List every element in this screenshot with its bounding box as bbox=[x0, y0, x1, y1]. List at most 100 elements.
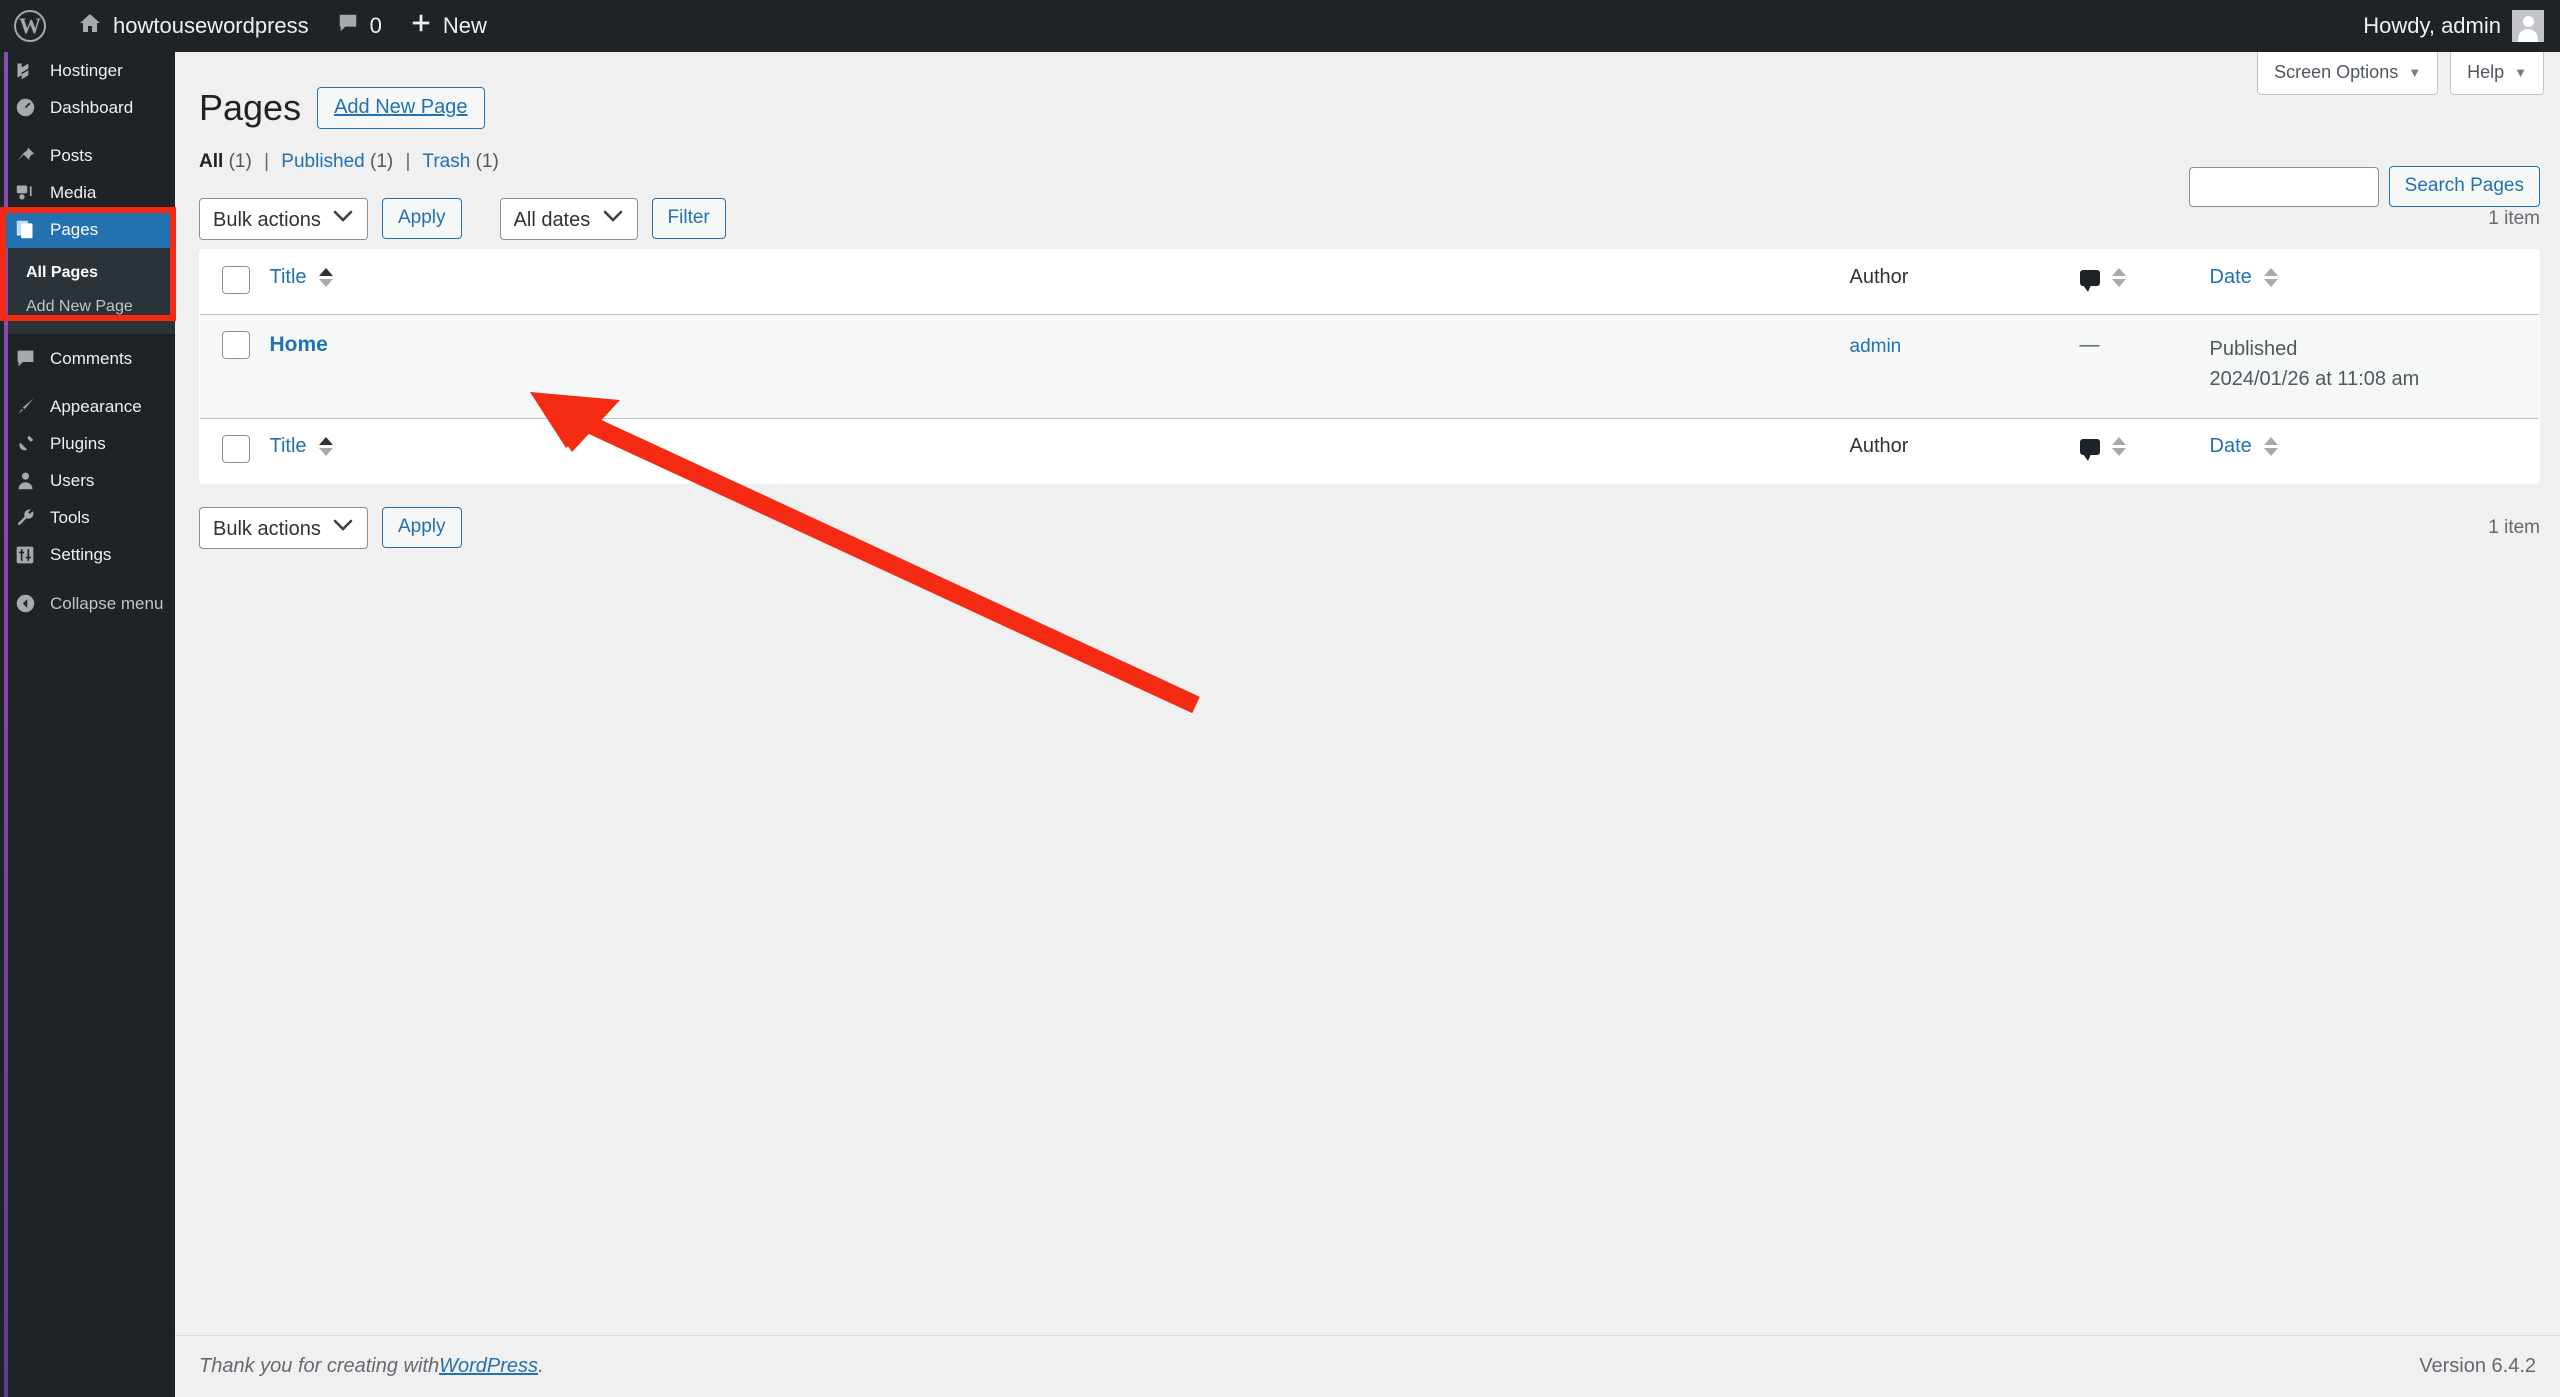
filter-button[interactable]: Filter bbox=[651, 198, 726, 240]
sidebar-item-posts[interactable]: Posts bbox=[4, 137, 175, 174]
column-header-title[interactable]: Title bbox=[265, 249, 1850, 315]
sidebar-item-dashboard[interactable]: Dashboard bbox=[4, 89, 175, 126]
sort-title-link-footer[interactable]: Title bbox=[270, 435, 307, 457]
menu-separator bbox=[4, 377, 175, 388]
column-footer-author: Author bbox=[1849, 417, 2080, 483]
comment-bubble-icon bbox=[2079, 269, 2100, 292]
sidebar-item-label: Pages bbox=[50, 219, 99, 239]
wordpress-link[interactable]: WordPress bbox=[439, 1355, 538, 1378]
help-label: Help bbox=[2467, 62, 2505, 82]
my-account-button[interactable]: Howdy, admin bbox=[2349, 0, 2544, 52]
site-name-label: howtousewordpress bbox=[113, 13, 309, 38]
avatar bbox=[2512, 10, 2544, 42]
page-author-link[interactable]: admin bbox=[1850, 336, 1902, 357]
wordpress-version-label: Version 6.4.2 bbox=[2419, 1355, 2536, 1377]
sort-indicator-icon[interactable] bbox=[319, 437, 334, 457]
comments-button[interactable]: 0 bbox=[323, 0, 396, 52]
dashboard-gauge-icon bbox=[14, 97, 36, 119]
wordpress-logo-button[interactable]: W bbox=[0, 0, 64, 52]
sidebar-item-label: Settings bbox=[50, 544, 112, 564]
select-all-footer-header bbox=[200, 417, 266, 483]
submenu-item-all-pages[interactable]: All Pages bbox=[4, 256, 175, 290]
comment-bubble-icon bbox=[2079, 438, 2100, 461]
sidebar-item-appearance[interactable]: Appearance bbox=[4, 388, 175, 425]
view-all-label[interactable]: All bbox=[199, 151, 223, 172]
new-label: New bbox=[442, 13, 487, 38]
bulk-actions-select-bottom[interactable]: Bulk actions bbox=[199, 506, 368, 549]
admin-sidebar-menu: Hostinger Dashboard Posts Media Pages Al… bbox=[0, 52, 175, 1397]
sidebar-item-settings[interactable]: Settings bbox=[4, 536, 175, 573]
view-separator: | bbox=[405, 150, 411, 172]
table-body: Home admin — Published 2024/01/26 at 11:… bbox=[200, 314, 2539, 419]
screen-options-toggle[interactable]: Screen Options ▼ bbox=[2257, 52, 2439, 95]
filter-by-date-select[interactable]: All dates bbox=[499, 197, 638, 240]
sort-indicator-icon[interactable] bbox=[2112, 268, 2127, 288]
sidebar-item-hostinger[interactable]: Hostinger bbox=[4, 52, 175, 89]
sort-date-link-footer[interactable]: Date bbox=[2210, 435, 2252, 457]
sort-indicator-icon[interactable] bbox=[319, 268, 334, 288]
table-row[interactable]: Home admin — Published 2024/01/26 at 11:… bbox=[200, 314, 2539, 419]
sidebar-item-label: Collapse menu bbox=[50, 593, 164, 613]
sort-indicator-icon[interactable] bbox=[2264, 268, 2279, 288]
page-title: Pages bbox=[199, 87, 302, 128]
column-footer-author-label: Author bbox=[1849, 434, 1909, 457]
page-header: Pages Add New Page bbox=[175, 52, 2560, 132]
sidebar-item-label: Plugins bbox=[50, 433, 106, 453]
add-new-page-button[interactable]: Add New Page bbox=[317, 87, 485, 130]
select-all-checkbox-footer[interactable] bbox=[222, 434, 250, 463]
column-footer-date[interactable]: Date bbox=[2209, 417, 2539, 483]
view-trash-count: (1) bbox=[475, 150, 499, 172]
column-footer-title[interactable]: Title bbox=[265, 417, 1850, 483]
submenu-item-add-new-page[interactable]: Add New Page bbox=[4, 290, 175, 324]
user-icon bbox=[14, 470, 36, 492]
column-header-author-label: Author bbox=[1849, 265, 1909, 288]
wrench-icon bbox=[14, 507, 36, 529]
sidebar-item-media[interactable]: Media bbox=[4, 174, 175, 211]
bulk-actions-select-top[interactable]: Bulk actions bbox=[199, 197, 368, 240]
table-head: Title Author Date bbox=[200, 249, 2539, 315]
page-title-link[interactable]: Home bbox=[270, 333, 328, 356]
sidebar-item-plugins[interactable]: Plugins bbox=[4, 425, 175, 462]
sort-indicator-icon[interactable] bbox=[2264, 437, 2279, 457]
submenu-item-label: Add New Page bbox=[26, 298, 133, 315]
sidebar-item-label: Comments bbox=[50, 348, 133, 368]
bulk-actions-select-wrapper-bottom: Bulk actions bbox=[199, 506, 368, 549]
paintbrush-icon bbox=[14, 396, 36, 418]
view-published-link[interactable]: Published bbox=[281, 151, 364, 172]
view-all-count: (1) bbox=[228, 150, 252, 172]
displaying-num-bottom: 1 item bbox=[2488, 516, 2540, 538]
help-toggle[interactable]: Help ▼ bbox=[2450, 52, 2544, 95]
table-footer-row: Title Author Date bbox=[200, 417, 2539, 483]
chevron-down-icon: ▼ bbox=[2408, 65, 2422, 80]
column-header-date[interactable]: Date bbox=[2209, 249, 2539, 315]
new-content-button[interactable]: New bbox=[396, 0, 501, 52]
howdy-label: Howdy, admin bbox=[2363, 13, 2501, 38]
sidebar-item-tools[interactable]: Tools bbox=[4, 499, 175, 536]
comments-count: 0 bbox=[369, 13, 382, 38]
footer-thanks-prefix: Thank you for creating with bbox=[199, 1355, 440, 1377]
sort-title-link[interactable]: Title bbox=[270, 266, 307, 288]
sidebar-item-pages[interactable]: Pages bbox=[4, 211, 175, 248]
apply-button-bottom[interactable]: Apply bbox=[382, 507, 462, 549]
sort-indicator-icon[interactable] bbox=[2112, 437, 2127, 457]
hostinger-icon bbox=[14, 60, 36, 82]
select-all-header bbox=[200, 249, 266, 315]
sidebar-item-users[interactable]: Users bbox=[4, 462, 175, 499]
view-trash-link[interactable]: Trash bbox=[422, 151, 470, 172]
sidebar-item-collapse-menu[interactable]: Collapse menu bbox=[4, 585, 175, 622]
site-name-button[interactable]: howtousewordpress bbox=[64, 0, 323, 52]
column-footer-comments[interactable] bbox=[2079, 417, 2210, 483]
row-select-checkbox[interactable] bbox=[222, 330, 250, 359]
wordpress-logo-icon: W bbox=[14, 10, 46, 42]
admin-footer: Thank you for creating with WordPress . … bbox=[175, 1335, 2560, 1397]
row-checkbox-cell bbox=[200, 314, 266, 419]
apply-button-top[interactable]: Apply bbox=[382, 198, 462, 240]
sort-date-link[interactable]: Date bbox=[2210, 266, 2252, 288]
sidebar-item-comments[interactable]: Comments bbox=[4, 340, 175, 377]
select-all-checkbox[interactable] bbox=[222, 265, 250, 294]
displaying-num-top: 1 item bbox=[2488, 207, 2540, 229]
sidebar-item-label: Hostinger bbox=[50, 60, 123, 80]
chevron-down-icon: ▼ bbox=[2514, 65, 2527, 80]
column-header-comments[interactable] bbox=[2079, 249, 2210, 315]
sidebar-item-label: Users bbox=[50, 470, 95, 490]
